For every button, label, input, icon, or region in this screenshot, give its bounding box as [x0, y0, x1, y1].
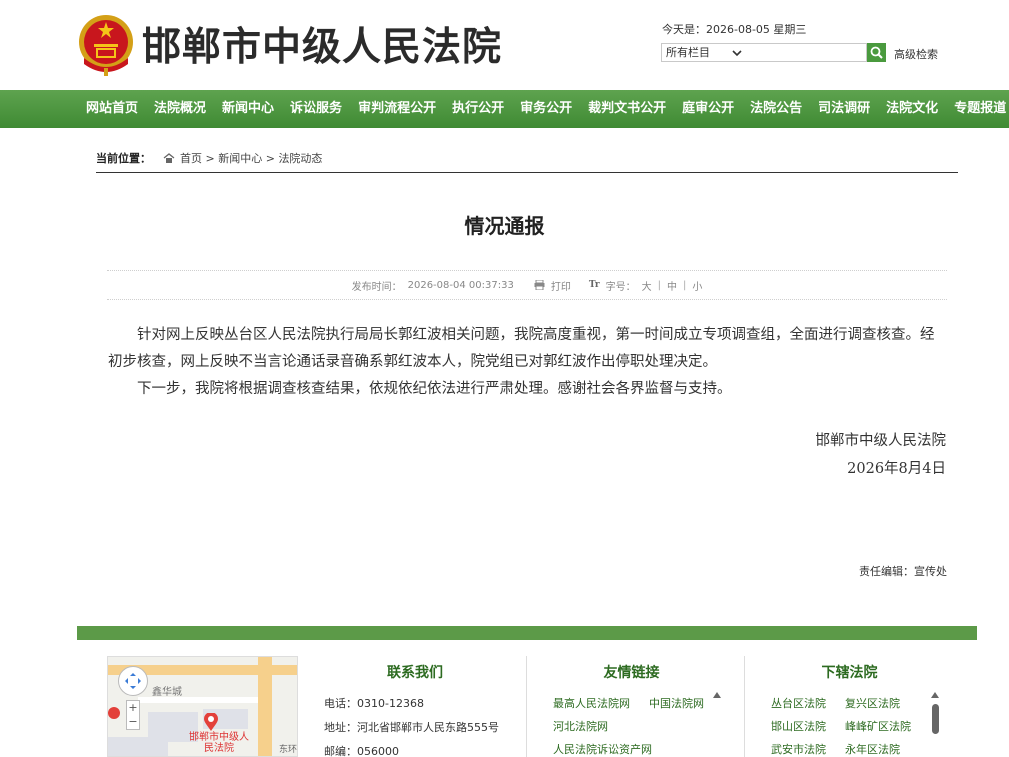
link-item[interactable]: 人民法院诉讼资产网	[553, 740, 729, 757]
main-nav: 网站首页 法院概况 新闻中心 诉讼服务 审判流程公开 执行公开 审务公开 裁判文书公开 庭审公开…	[0, 90, 1009, 128]
publish-label: 发布时间：	[351, 281, 402, 293]
map-red-marker	[108, 707, 120, 719]
divider: |	[683, 279, 687, 291]
nav-item[interactable]: 法院公告	[742, 90, 810, 128]
divider: |	[657, 279, 661, 291]
court-link[interactable]: 复兴区法院	[845, 694, 935, 714]
postcode-value: 056000	[357, 745, 399, 757]
link-item[interactable]: 最高人民法院网	[553, 694, 649, 714]
chevron-down-icon	[732, 50, 742, 57]
map-zoom-control[interactable]: + −	[126, 700, 140, 730]
nav-item[interactable]: 执行公开	[444, 90, 512, 128]
breadcrumb-news[interactable]: 新闻中心	[218, 152, 262, 165]
contact-address: 地址：河北省邯郸市人民东路555号	[324, 716, 520, 740]
footer-divider-bar	[77, 626, 977, 640]
breadcrumb-home[interactable]: 首页	[180, 152, 202, 165]
nav-item[interactable]: 专题报道	[946, 90, 1009, 128]
contact-section: 联系我们 电话：0310-12368 地址：河北省邯郸市人民东路555号 邮编：…	[310, 656, 520, 757]
map-place-label: 鑫华城	[152, 687, 182, 698]
postcode-label: 邮编：	[324, 745, 357, 757]
courts-scrollbar[interactable]	[930, 692, 940, 752]
map-pin-icon	[204, 713, 218, 731]
nav-item[interactable]: 审务公开	[512, 90, 580, 128]
breadcrumb-label: 当前位置：	[96, 152, 151, 165]
printer-icon	[534, 280, 545, 290]
phone-label: 电话：	[324, 697, 357, 710]
publish-time: 2026-08-04 00:37:33	[407, 279, 514, 291]
nav-item[interactable]: 审判流程公开	[350, 90, 444, 128]
search-icon	[870, 46, 883, 59]
links-title: 友情链接	[603, 665, 660, 681]
home-icon	[163, 153, 174, 163]
location-map[interactable]: + − 鑫华城 邯郸市中级人民法院 东环	[107, 656, 298, 757]
search-button[interactable]	[867, 43, 886, 62]
site-title: 邯郸市中级人民法院	[142, 25, 503, 70]
signature-date: 2026年8月4日	[847, 461, 946, 477]
breadcrumb: 当前位置： 首页 > 新闻中心 > 法院动态	[96, 150, 958, 173]
current-date: 今天是：2026-08-05 星期三	[662, 23, 807, 36]
pan-arrows-icon	[125, 673, 141, 689]
breadcrumb-court-news[interactable]: 法院动态	[278, 152, 322, 165]
editor-label: 责任编辑：	[859, 565, 914, 578]
subordinate-courts-section: 下辖法院 丛台区法院 复兴区法院 邯山区法院 峰峰矿区法院 武安市法院 永年区法…	[744, 656, 954, 757]
font-size-icon: Tr	[588, 280, 600, 290]
zoom-out-icon[interactable]: −	[127, 715, 139, 729]
scroll-up-icon[interactable]	[713, 692, 721, 698]
nav-list: 网站首页 法院概况 新闻中心 诉讼服务 审判流程公开 执行公开 审务公开 裁判文书公开 庭审公开…	[78, 90, 1009, 128]
article-meta: 发布时间： 2026-08-04 00:37:33 打印 Tr 字号： 大 | …	[107, 270, 947, 300]
nav-item[interactable]: 裁判文书公开	[580, 90, 674, 128]
nav-item[interactable]: 法院文化	[878, 90, 946, 128]
editor-name: 宣传处	[914, 565, 947, 578]
article-paragraph: 针对网上反映丛台区人民法院执行局局长郭红波相关问题，我院高度重视，第一时间成立专…	[108, 327, 935, 370]
zoom-in-icon[interactable]: +	[127, 701, 139, 715]
advanced-search-link[interactable]: 高级检索	[894, 46, 938, 62]
court-link[interactable]: 永年区法院	[845, 740, 935, 757]
national-emblem-icon	[79, 15, 133, 76]
font-large-button[interactable]: 大	[642, 278, 652, 293]
courts-title: 下辖法院	[821, 665, 878, 681]
search-box: 所有栏目	[661, 43, 867, 62]
contact-postcode: 邮编：056000	[324, 740, 520, 757]
font-size-label: 字号：	[605, 281, 636, 293]
phone-value: 0310-12368	[357, 697, 424, 710]
address-label: 地址：	[324, 721, 357, 734]
article-paragraph: 下一步，我院将根据调查核查结果，依规依纪依法进行严肃处理。感谢社会各界监督与支持…	[137, 381, 732, 397]
search-scope-value: 所有栏目	[666, 46, 710, 59]
nav-item[interactable]: 诉讼服务	[282, 90, 350, 128]
editor-line: 责任编辑：宣传处	[859, 563, 947, 579]
link-item[interactable]: 河北法院网	[553, 717, 649, 737]
map-court-label: 邯郸市中级人民法院	[189, 732, 249, 754]
nav-item[interactable]: 法院概况	[146, 90, 214, 128]
contact-phone: 电话：0310-12368	[324, 692, 520, 716]
court-link[interactable]: 武安市法院	[771, 740, 845, 757]
search-scope-select[interactable]: 所有栏目	[664, 44, 744, 61]
map-road-label: 东环	[279, 745, 298, 755]
site-header: 邯郸市中级人民法院 今天是：2026-08-05 星期三 所有栏目 高级检索	[0, 0, 1009, 90]
nav-item[interactable]: 司法调研	[810, 90, 878, 128]
article-body: 针对网上反映丛台区人民法院执行局局长郭红波相关问题，我院高度重视，第一时间成立专…	[108, 322, 948, 403]
breadcrumb-sep: >	[205, 152, 219, 165]
address-value: 河北省邯郸市人民东路555号	[357, 721, 499, 734]
court-link[interactable]: 邯山区法院	[771, 717, 845, 737]
links-scrollbar[interactable]	[712, 692, 722, 752]
scroll-up-icon[interactable]	[931, 692, 939, 698]
font-small-button[interactable]: 小	[692, 278, 702, 293]
article-title: 情况通报	[464, 214, 545, 238]
nav-item[interactable]: 庭审公开	[674, 90, 742, 128]
friendly-links-section: 友情链接 最高人民法院网 中国法院网 河北法院网 人民法院诉讼资产网	[526, 656, 736, 757]
court-link[interactable]: 峰峰矿区法院	[845, 717, 935, 737]
font-medium-button[interactable]: 中	[667, 278, 677, 293]
print-link[interactable]: 打印	[551, 278, 571, 293]
signature: 邯郸市中级人民法院	[815, 433, 947, 449]
scroll-thumb[interactable]	[931, 704, 939, 734]
nav-item[interactable]: 网站首页	[78, 90, 146, 128]
map-pan-control[interactable]	[118, 666, 148, 696]
court-link[interactable]: 丛台区法院	[771, 694, 845, 714]
nav-item[interactable]: 新闻中心	[214, 90, 282, 128]
search-input[interactable]	[744, 45, 864, 60]
breadcrumb-sep: >	[265, 152, 279, 165]
contact-title: 联系我们	[387, 665, 443, 681]
